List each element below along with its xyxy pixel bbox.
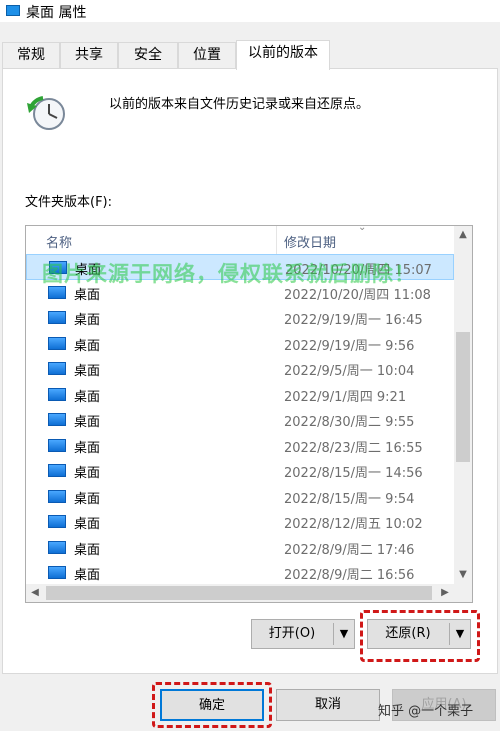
folder-icon — [48, 413, 66, 426]
item-date: 2022/9/1/周四 9:21 — [284, 389, 407, 405]
item-name: 桌面 — [74, 440, 101, 456]
list-item[interactable]: 桌面 2022/8/15/周一 14:56 — [26, 458, 454, 484]
horizontal-scrollbar[interactable]: ◀ ▶ — [26, 584, 454, 602]
item-date: 2022/8/15/周一 14:56 — [284, 466, 423, 481]
item-name: 桌面 — [74, 313, 101, 328]
cancel-button[interactable]: 取消 — [276, 689, 380, 721]
tab-security[interactable]: 安全 — [118, 42, 178, 68]
window-title: 桌面 属性 — [26, 5, 87, 21]
folder-versions-label: 文件夹版本(F): — [25, 195, 113, 210]
versions-list[interactable]: 名称 ⌄ 修改日期 桌面 2022/10/20/周四 15:07 桌面 2022/1… — [25, 225, 473, 603]
vertical-scroll-thumb[interactable] — [456, 332, 470, 462]
item-name: 桌面 — [74, 338, 101, 354]
item-date: 2022/9/5/周一 10:04 — [284, 364, 415, 379]
open-button[interactable]: 打开(O) — [252, 620, 332, 648]
item-date: 2022/10/20/周四 11:08 — [284, 287, 431, 303]
source-credit: 知乎 @一个栗子 — [378, 704, 474, 719]
folder-icon — [48, 311, 66, 324]
item-name: 桌面 — [74, 389, 101, 405]
folder-icon — [48, 566, 66, 579]
scroll-right-icon[interactable]: ▶ — [436, 584, 454, 602]
folder-icon — [48, 285, 66, 299]
item-date: 2022/8/30/周二 9:55 — [284, 415, 415, 430]
list-item[interactable]: 桌面 2022/8/9/周二 17:46 — [26, 535, 454, 561]
column-divider[interactable] — [276, 226, 277, 254]
vertical-scrollbar[interactable]: ▲ ▼ — [454, 226, 472, 584]
open-dropdown-icon[interactable]: ▼ — [334, 620, 354, 648]
tab-sharing[interactable]: 共享 — [60, 42, 118, 68]
folder-icon — [48, 489, 66, 503]
ok-button[interactable]: 确定 — [160, 689, 264, 721]
list-item[interactable]: 桌面 2022/9/19/周一 9:56 — [26, 331, 454, 357]
item-date: 2022/10/20/周四 15:07 — [285, 263, 432, 278]
horizontal-scroll-thumb[interactable] — [46, 586, 432, 600]
list-item[interactable]: 桌面 2022/9/1/周四 9:21 — [26, 382, 454, 408]
restore-history-icon — [27, 96, 65, 130]
item-name: 桌面 — [74, 517, 101, 532]
scroll-left-icon[interactable]: ◀ — [26, 584, 44, 602]
item-date: 2022/8/23/周二 16:55 — [284, 440, 423, 456]
folder-icon — [48, 387, 66, 401]
list-item[interactable]: 桌面 2022/8/15/周一 9:54 — [26, 484, 454, 510]
folder-icon — [6, 5, 20, 16]
list-item[interactable]: 桌面 2022/8/9/周二 16:56 — [26, 560, 454, 586]
tab-strip: 常规 共享 安全 位置 以前的版本 — [2, 40, 498, 70]
item-date: 2022/8/9/周二 17:46 — [284, 542, 415, 558]
item-name: 桌面 — [74, 568, 101, 583]
item-name: 桌面 — [74, 364, 101, 379]
folder-icon — [49, 261, 67, 274]
item-date: 2022/8/9/周二 16:56 — [284, 568, 415, 583]
list-item[interactable]: 桌面 2022/9/5/周一 10:04 — [26, 356, 454, 382]
scroll-up-icon[interactable]: ▲ — [454, 226, 472, 244]
item-name: 桌面 — [74, 466, 101, 481]
item-date: 2022/8/15/周一 9:54 — [284, 491, 415, 507]
column-header-date[interactable]: 修改日期 — [284, 232, 336, 251]
open-split-button[interactable]: 打开(O) ▼ — [251, 619, 355, 649]
item-name: 桌面 — [74, 542, 101, 558]
item-date: 2022/9/19/周一 16:45 — [284, 313, 423, 328]
restore-highlight-box — [360, 610, 480, 662]
list-item[interactable]: 桌面 2022/8/23/周二 16:55 — [26, 433, 454, 459]
tab-previous-versions[interactable]: 以前的版本 — [236, 40, 330, 70]
scrollbar-corner — [454, 584, 472, 602]
list-item[interactable]: 桌面 2022/10/20/周四 15:07 — [26, 254, 454, 280]
item-date: 2022/8/12/周五 10:02 — [284, 517, 423, 532]
tab-general[interactable]: 常规 — [2, 42, 60, 68]
tab-location[interactable]: 位置 — [178, 42, 236, 68]
list-item[interactable]: 桌面 2022/8/30/周二 9:55 — [26, 407, 454, 433]
folder-icon — [48, 336, 66, 350]
sort-chevron-icon: ⌄ — [358, 225, 367, 233]
item-name: 桌面 — [74, 415, 101, 430]
item-name: 桌面 — [74, 491, 101, 507]
tab-panel: 以前的版本来自文件历史记录或来自还原点。 文件夹版本(F): 名称 ⌄ 修改日期… — [2, 68, 498, 674]
item-date: 2022/9/19/周一 9:56 — [284, 338, 415, 354]
column-header-name[interactable]: 名称 — [46, 232, 72, 251]
list-header: 名称 ⌄ 修改日期 — [26, 226, 454, 254]
item-name: 桌面 — [74, 287, 101, 303]
folder-icon — [48, 438, 66, 452]
list-item[interactable]: 桌面 2022/10/20/周四 11:08 — [26, 280, 454, 306]
list-rows: 桌面 2022/10/20/周四 15:07 桌面 2022/10/20/周四 11… — [26, 254, 454, 586]
folder-icon — [48, 464, 66, 477]
folder-icon — [48, 540, 66, 554]
folder-icon — [48, 515, 66, 528]
folder-icon — [48, 362, 66, 375]
list-item[interactable]: 桌面 2022/8/12/周五 10:02 — [26, 509, 454, 535]
list-item[interactable]: 桌面 2022/9/19/周一 16:45 — [26, 305, 454, 331]
item-name: 桌面 — [75, 263, 102, 278]
title-bar: 桌面 属性 — [0, 0, 500, 22]
scroll-down-icon[interactable]: ▼ — [454, 566, 472, 584]
description-text: 以前的版本来自文件历史记录或来自还原点。 — [109, 97, 370, 112]
